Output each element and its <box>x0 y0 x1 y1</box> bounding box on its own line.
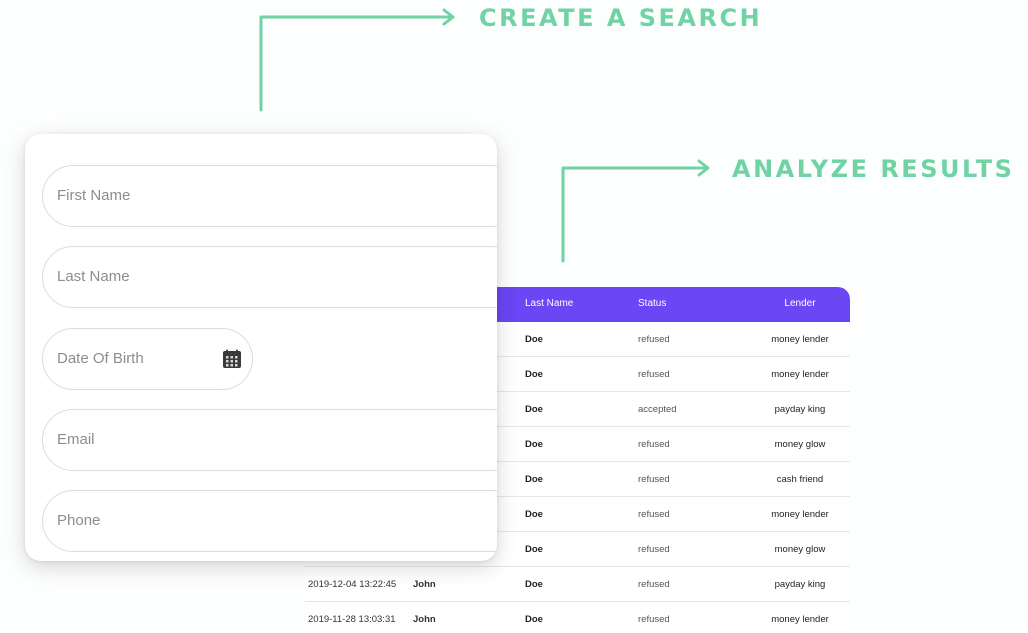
calendar-icon[interactable] <box>222 349 242 369</box>
table-row[interactable]: 2019-11-28 13:03:31 John Doe refused mon… <box>305 602 850 633</box>
cell-status: accepted <box>638 404 677 415</box>
cell-lender: money lender <box>771 369 829 380</box>
first-name-field <box>42 165 497 227</box>
cell-first-name: John <box>413 579 436 590</box>
cell-lender: payday king <box>774 404 826 415</box>
last-name-field <box>42 246 497 308</box>
email-field <box>42 409 497 471</box>
email-input[interactable] <box>57 410 457 469</box>
arrow-create-search-head <box>442 8 455 26</box>
cell-last-name: Doe <box>525 334 543 345</box>
cell-date: 2019-12-04 13:22:45 <box>308 579 397 590</box>
phone-field <box>42 490 497 552</box>
cell-lender: cash friend <box>776 474 824 485</box>
cell-status: refused <box>638 439 670 450</box>
phone-input[interactable] <box>57 491 457 550</box>
cell-last-name: Doe <box>525 369 543 380</box>
cell-last-name: Doe <box>525 509 543 520</box>
cell-lender: money glow <box>774 544 826 555</box>
column-header-status[interactable]: Status <box>638 298 666 309</box>
date-of-birth-input[interactable] <box>57 329 207 388</box>
cell-status: refused <box>638 334 670 345</box>
cell-last-name: Doe <box>525 404 543 415</box>
arrow-analyze-results <box>561 166 709 263</box>
cell-last-name: Doe <box>525 544 543 555</box>
cell-status: refused <box>638 369 670 380</box>
cell-lender: money glow <box>774 439 826 450</box>
column-header-lender[interactable]: Lender <box>750 298 850 309</box>
cell-last-name: Doe <box>525 614 543 625</box>
create-search-heading: CREATE A SEARCH <box>479 4 763 32</box>
first-name-input[interactable] <box>57 166 457 225</box>
cell-first-name: John <box>413 614 436 625</box>
search-form-card <box>25 134 497 561</box>
cell-lender: money lender <box>771 614 829 625</box>
cell-status: refused <box>638 614 670 625</box>
cell-status: refused <box>638 509 670 520</box>
cell-last-name: Doe <box>525 439 543 450</box>
cell-status: refused <box>638 544 670 555</box>
table-row[interactable]: 2019-12-04 13:22:45 John Doe refused pay… <box>305 567 850 602</box>
cell-last-name: Doe <box>525 474 543 485</box>
cell-date: 2019-11-28 13:03:31 <box>308 614 396 625</box>
analyze-results-heading: ANALYZE RESULTS <box>732 155 1015 183</box>
cell-status: refused <box>638 579 670 590</box>
cell-lender: payday king <box>774 579 826 590</box>
arrow-analyze-results-head <box>697 159 710 177</box>
stage: CREATE A SEARCH ANALYZE RESULTS Last Nam… <box>0 0 1028 633</box>
cell-lender: money lender <box>771 334 829 345</box>
date-of-birth-field <box>42 328 253 390</box>
arrow-create-search <box>259 15 454 112</box>
cell-last-name: Doe <box>525 579 543 590</box>
column-header-last-name[interactable]: Last Name <box>525 298 573 309</box>
cell-status: refused <box>638 474 670 485</box>
last-name-input[interactable] <box>57 247 457 306</box>
cell-lender: money lender <box>771 509 829 520</box>
